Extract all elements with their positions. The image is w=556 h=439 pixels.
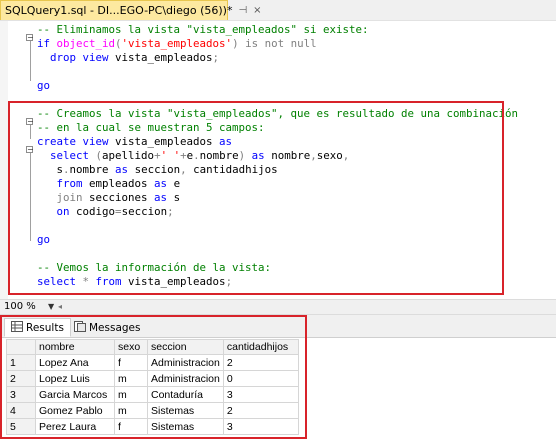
code-line[interactable]: drop view vista_empleados; <box>37 51 219 65</box>
fold-guide <box>30 41 31 81</box>
code-token: drop view <box>50 51 116 64</box>
code-token: object_id <box>56 37 116 50</box>
code-token: is not null <box>245 37 317 50</box>
code-token: vista_empleados <box>115 51 213 64</box>
code-line[interactable]: if object_id('vista_empleados') is not n… <box>37 37 317 51</box>
highlight-box-code <box>8 101 504 295</box>
document-tab-bar: SQLQuery1.sql - DI...EGO-PC\diego (56))*… <box>0 0 556 21</box>
code-token: ; <box>212 51 220 64</box>
close-icon[interactable]: × <box>253 5 261 16</box>
code-token: if <box>37 37 57 50</box>
collapse-if-icon[interactable]: − <box>26 34 34 42</box>
highlight-box-results <box>0 315 307 439</box>
code-token: 'vista_empleados' <box>121 37 233 50</box>
results-pane: Results Messages nombre sexo seccion can… <box>0 315 556 439</box>
document-tab[interactable]: SQLQuery1.sql - DI...EGO-PC\diego (56))*… <box>0 0 262 20</box>
code-token: -- Eliminamos la vista "vista_empleados"… <box>37 23 369 36</box>
code-line[interactable]: -- Eliminamos la vista "vista_empleados"… <box>37 23 369 37</box>
zoom-level[interactable]: 100 % <box>4 300 36 314</box>
code-token: go <box>37 79 51 92</box>
code-token: ) <box>232 37 246 50</box>
zoom-bar: 100 % ▼ ◂ <box>0 299 556 315</box>
query-editor[interactable]: -- Eliminamos la vista "vista_empleados"… <box>0 21 556 299</box>
editor-gutter <box>0 21 8 299</box>
chevron-down-icon[interactable]: ▼ <box>48 300 54 314</box>
scroll-left-icon[interactable]: ◂ <box>58 302 62 311</box>
pin-icon[interactable]: ⊣ <box>238 5 247 16</box>
document-tab-title: SQLQuery1.sql - DI...EGO-PC\diego (56))* <box>5 4 233 17</box>
code-line[interactable]: go <box>37 79 50 93</box>
